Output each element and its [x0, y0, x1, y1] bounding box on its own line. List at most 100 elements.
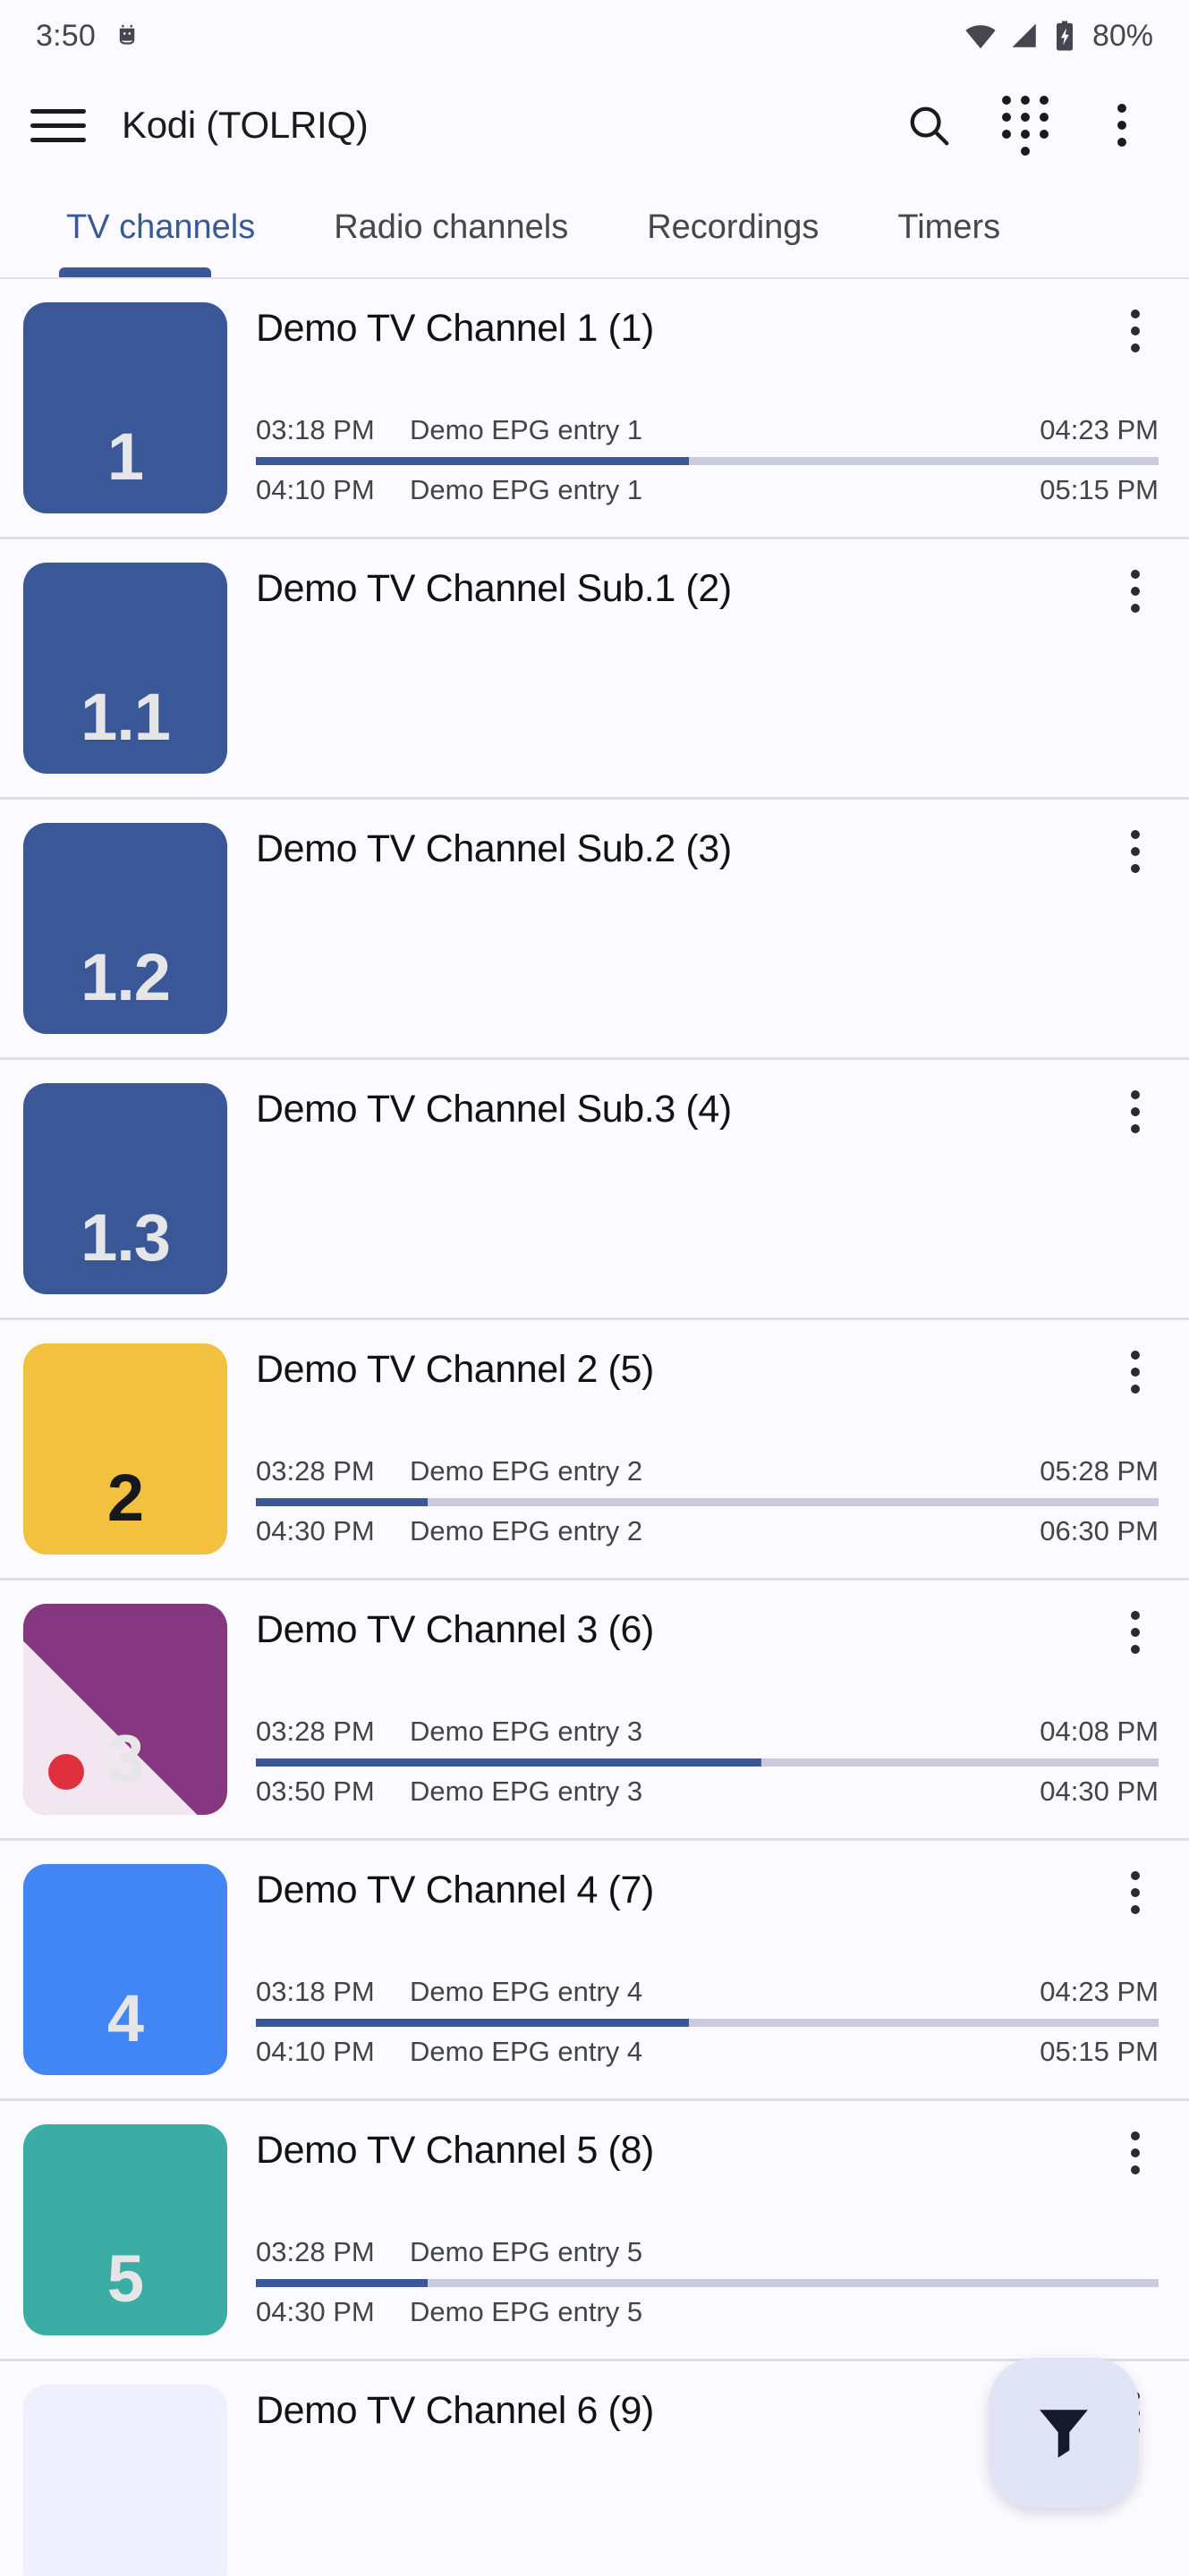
epg-start-time: 03:18 PM: [256, 414, 375, 445]
epg-next-row: 03:50 PM Demo EPG entry 3 04:30 PM: [256, 1772, 1159, 1811]
channel-row[interactable]: 5 Demo TV Channel 5 (8) 03:28 PM Demo EPG e…: [0, 2101, 1189, 2361]
epg-next-row: 04:10 PM Demo EPG entry 1 05:15 PM: [256, 470, 1159, 510]
epg-section: 03:18 PM Demo EPG entry 4 04:23 PM 04:10 PM…: [256, 1972, 1159, 2075]
channel-row[interactable]: 1.1 Demo TV Channel Sub.1 (2): [0, 539, 1189, 800]
channel-overflow-menu-icon[interactable]: [1108, 570, 1162, 613]
channel-row[interactable]: 2 Demo TV Channel 2 (5) 03:28 PM Demo EPG e…: [0, 1320, 1189, 1580]
channel-logo-tile[interactable]: 2: [23, 1343, 227, 1555]
channel-title: Demo TV Channel 4 (7): [256, 1868, 654, 1911]
epg-programme-title: Demo EPG entry 5: [410, 2236, 643, 2267]
epg-progress-bar: [256, 1498, 1159, 1506]
hamburger-menu-icon[interactable]: [30, 97, 86, 153]
epg-start-time: 04:30 PM: [256, 1515, 375, 1546]
channel-row[interactable]: 1.3 Demo TV Channel Sub.3 (4): [0, 1060, 1189, 1320]
channel-logo-tile[interactable]: [23, 2385, 227, 2576]
channel-logo-tile[interactable]: 1.2: [23, 823, 227, 1034]
status-bar: 3:50 80%: [0, 0, 1189, 72]
channel-overflow-menu-icon[interactable]: [1108, 1611, 1162, 1654]
channel-row[interactable]: 3 Demo TV Channel 3 (6) 03:28 PM Demo EPG e…: [0, 1580, 1189, 1841]
channel-overflow-menu-icon[interactable]: [1108, 830, 1162, 873]
epg-now-row: 03:28 PM Demo EPG entry 5: [256, 2233, 1159, 2272]
tab-timers[interactable]: Timers: [858, 179, 1040, 275]
epg-start-time: 03:28 PM: [256, 2236, 375, 2267]
channel-row[interactable]: 1.2 Demo TV Channel Sub.2 (3): [0, 800, 1189, 1060]
epg-end-time: 04:23 PM: [1040, 414, 1159, 445]
channel-row-body: Demo TV Channel Sub.2 (3): [227, 823, 1166, 1034]
channel-title: Demo TV Channel Sub.3 (4): [256, 1088, 732, 1131]
channel-logo-tile[interactable]: 4: [23, 1864, 227, 2075]
epg-progress-fill: [256, 2019, 690, 2027]
epg-programme-title: Demo EPG entry 3: [410, 1716, 643, 1747]
channel-row[interactable]: 1 Demo TV Channel 1 (1) 03:18 PM Demo EPG e…: [0, 279, 1189, 539]
channel-row-body: Demo TV Channel Sub.1 (2): [227, 563, 1166, 774]
channel-row-body: Demo TV Channel 4 (7) 03:18 PM Demo EPG en…: [227, 1864, 1166, 2075]
epg-end-time: 05:15 PM: [1040, 474, 1159, 505]
channel-title: Demo TV Channel 3 (6): [256, 1608, 654, 1651]
epg-progress-bar: [256, 2279, 1159, 2287]
remote-keypad-icon[interactable]: [998, 95, 1053, 156]
epg-next-row: 04:30 PM Demo EPG entry 2 06:30 PM: [256, 1512, 1159, 1551]
epg-end-time: 06:30 PM: [1040, 1515, 1159, 1546]
epg-end-time: 04:30 PM: [1040, 1775, 1159, 1807]
epg-progress-fill: [256, 457, 690, 465]
channel-logo-tile[interactable]: 3: [23, 1604, 227, 1815]
status-bar-right: 80%: [964, 19, 1153, 54]
channel-overflow-menu-icon[interactable]: [1108, 1871, 1162, 1914]
channel-overflow-menu-icon[interactable]: [1108, 2131, 1162, 2174]
epg-programme-title: Demo EPG entry 1: [410, 474, 643, 505]
epg-section: 03:28 PM Demo EPG entry 5 04:30 PM Demo EPG…: [256, 2233, 1159, 2335]
channel-overflow-menu-icon[interactable]: [1108, 1351, 1162, 1394]
channel-number-label: 5: [106, 2241, 144, 2316]
channel-number-label: 3: [106, 1721, 144, 1795]
channel-list[interactable]: 1 Demo TV Channel 1 (1) 03:18 PM Demo EPG e…: [0, 279, 1189, 2576]
channel-logo-tile[interactable]: 1.1: [23, 563, 227, 774]
epg-next-row: 04:30 PM Demo EPG entry 5: [256, 2292, 1159, 2332]
epg-progress-fill: [256, 1758, 762, 1767]
channel-number-label: 1.2: [81, 940, 171, 1014]
channel-row-body: Demo TV Channel 1 (1) 03:18 PM Demo EPG en…: [227, 302, 1166, 513]
channel-logo-tile[interactable]: 1: [23, 302, 227, 513]
epg-programme-title: Demo EPG entry 3: [410, 1775, 643, 1807]
epg-section: 03:18 PM Demo EPG entry 1 04:23 PM 04:10 PM…: [256, 411, 1159, 513]
epg-progress-fill: [256, 2279, 428, 2287]
epg-end-time: 04:08 PM: [1040, 1716, 1159, 1747]
status-bar-left: 3:50: [36, 19, 142, 54]
epg-start-time: 04:10 PM: [256, 474, 375, 505]
channel-number-label: 1: [106, 419, 144, 494]
channel-row-body: Demo TV Channel Sub.3 (4): [227, 1083, 1166, 1294]
epg-progress-bar: [256, 2019, 1159, 2027]
battery-charging-icon: [1051, 20, 1078, 52]
tab-recordings[interactable]: Recordings: [607, 179, 858, 275]
page-title: Kodi (TOLRIQ): [122, 104, 369, 146]
channel-overflow-menu-icon[interactable]: [1108, 309, 1162, 352]
filter-funnel-icon: [1030, 2397, 1098, 2470]
tab-radio-channels[interactable]: Radio channels: [294, 179, 607, 275]
channel-row-body: Demo TV Channel 3 (6) 03:28 PM Demo EPG en…: [227, 1604, 1166, 1815]
app-viewport: 3:50 80% Kodi (TOLRIQ) TV channels Radio…: [0, 0, 1189, 2576]
wifi-icon: [964, 19, 998, 53]
epg-programme-title: Demo EPG entry 2: [410, 1515, 643, 1546]
tab-tv-channels[interactable]: TV channels: [27, 179, 294, 275]
epg-next-row: 04:10 PM Demo EPG entry 4 05:15 PM: [256, 2032, 1159, 2072]
epg-section: 03:28 PM Demo EPG entry 3 04:08 PM 03:50 PM…: [256, 1712, 1159, 1815]
epg-section: 03:28 PM Demo EPG entry 2 05:28 PM 04:30 PM…: [256, 1452, 1159, 1555]
filter-fab-button[interactable]: [989, 2358, 1139, 2508]
channel-number-label: 1.3: [81, 1200, 171, 1275]
epg-progress-fill: [256, 1498, 428, 1506]
app-bar-actions: [901, 95, 1159, 156]
channel-logo-tile[interactable]: 1.3: [23, 1083, 227, 1294]
overflow-menu-icon[interactable]: [1094, 97, 1150, 153]
epg-start-time: 03:50 PM: [256, 1775, 375, 1807]
epg-end-time: 05:28 PM: [1040, 1455, 1159, 1487]
channel-row[interactable]: 4 Demo TV Channel 4 (7) 03:18 PM Demo EPG e…: [0, 1841, 1189, 2101]
epg-programme-title: Demo EPG entry 2: [410, 1455, 643, 1487]
channel-overflow-menu-icon[interactable]: [1108, 1090, 1162, 1133]
epg-progress-bar: [256, 457, 1159, 465]
android-debug-icon: [112, 21, 142, 51]
channel-logo-tile[interactable]: 5: [23, 2124, 227, 2335]
channel-number-label: 2: [106, 1461, 144, 1535]
epg-start-time: 03:18 PM: [256, 1976, 375, 2007]
channel-title: Demo TV Channel 5 (8): [256, 2129, 654, 2172]
tab-bar: TV channels Radio channels Recordings Timer…: [0, 179, 1189, 277]
search-icon[interactable]: [901, 97, 956, 153]
